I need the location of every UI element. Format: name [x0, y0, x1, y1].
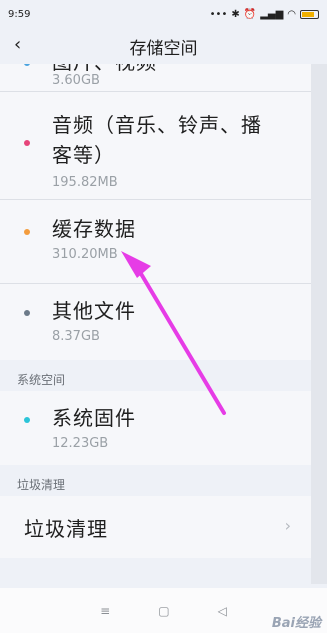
cleanup-row[interactable]: 垃圾清理 ›: [0, 496, 311, 558]
category-dot: [24, 310, 30, 316]
dots-icon: •••: [209, 8, 228, 20]
category-dot: [24, 417, 30, 423]
list-item[interactable]: 系统固件 12.23GB: [0, 391, 311, 465]
category-dot: [24, 140, 30, 146]
storage-content: 图片、视频 3.60GB 音频（音乐、铃声、播客等） 195.82MB 缓存数据…: [0, 64, 311, 558]
section-label-cleanup: 垃圾清理: [17, 478, 66, 492]
system-list: 系统固件 12.23GB: [0, 391, 311, 465]
item-name: 缓存数据: [52, 217, 136, 241]
storage-list: 图片、视频 3.60GB 音频（音乐、铃声、播客等） 195.82MB 缓存数据…: [0, 64, 311, 360]
list-item[interactable]: 其他文件 8.37GB: [0, 284, 311, 360]
item-name: 系统固件: [52, 406, 136, 430]
list-item[interactable]: 缓存数据 310.20MB: [0, 200, 311, 284]
item-size: 3.60GB: [52, 73, 100, 88]
chevron-right-icon: ›: [284, 516, 291, 535]
list-item[interactable]: 图片、视频 3.60GB: [0, 64, 311, 92]
bluetooth-icon: ✱: [231, 8, 240, 20]
cleanup-label: 垃圾清理: [24, 516, 108, 541]
item-size: 310.20MB: [52, 247, 118, 262]
item-size: 12.23GB: [52, 436, 109, 451]
list-item[interactable]: 音频（音乐、铃声、播客等） 195.82MB: [0, 92, 311, 200]
scrollbar-track[interactable]: [311, 64, 327, 584]
title-bar: ‹ 存储空间: [0, 28, 327, 64]
category-dot: [24, 64, 30, 66]
watermark-logo: Bai经验: [271, 616, 321, 631]
item-size: 8.37GB: [52, 329, 100, 344]
status-icons: ••• ✱ ⏰ ▂▄▆ ◠: [210, 9, 319, 20]
home-icon[interactable]: ▢: [158, 604, 169, 618]
item-name: 其他文件: [52, 299, 136, 323]
section-label-system: 系统空间: [17, 373, 66, 387]
item-name: 音频（音乐、铃声、播客等）: [52, 113, 262, 167]
status-time: 9:59: [8, 8, 31, 20]
wifi-icon: ◠: [287, 8, 296, 20]
back-icon[interactable]: ◁: [218, 604, 227, 618]
chevron-left-icon[interactable]: ‹: [14, 36, 21, 54]
alarm-icon: ⏰: [243, 8, 257, 20]
signal-icon: ▂▄▆: [260, 8, 284, 20]
category-dot: [24, 229, 30, 235]
item-size: 195.82MB: [52, 175, 118, 190]
battery-icon: [300, 9, 319, 19]
menu-icon[interactable]: ≡: [100, 604, 110, 618]
page-title: 存储空间: [129, 38, 198, 59]
status-bar: 9:59 ••• ✱ ⏰ ▂▄▆ ◠: [0, 0, 327, 28]
